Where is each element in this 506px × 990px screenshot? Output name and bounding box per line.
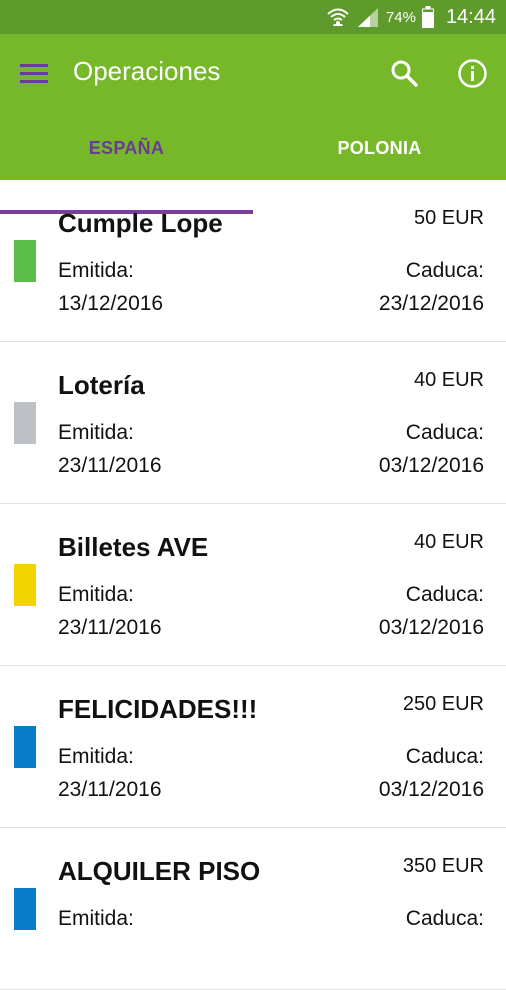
battery-icon — [421, 6, 434, 28]
list-item[interactable]: Lotería 40 EUR Emitida: 23/11/2016 Caduc… — [0, 342, 506, 504]
item-title: FELICIDADES!!! — [58, 694, 258, 724]
expires-label: Caduca: — [405, 259, 484, 282]
menu-icon — [20, 64, 48, 83]
app-bar: Operaciones ESPAÑA POLONIA — [0, 34, 506, 214]
expires-date: 03/12/2016 — [378, 616, 484, 639]
issued-label: Emitida: — [58, 583, 134, 606]
expires-date: 03/12/2016 — [378, 778, 484, 801]
expires-date: 23/12/2016 — [378, 292, 484, 315]
list-item[interactable]: Billetes AVE 40 EUR Emitida: 23/11/2016 … — [0, 504, 506, 666]
color-indicator — [14, 564, 36, 606]
issued-date: 13/12/2016 — [58, 292, 164, 315]
tab-espana[interactable]: ESPAÑA — [0, 126, 253, 180]
color-indicator — [14, 726, 36, 768]
info-button[interactable] — [457, 58, 488, 89]
item-amount: 40 EUR — [413, 531, 484, 553]
issued-date: 23/11/2016 — [58, 616, 162, 639]
item-amount: 350 EUR — [402, 855, 484, 877]
tab-polonia-label: POLONIA — [337, 138, 422, 158]
item-amount: 40 EUR — [413, 369, 484, 391]
item-amount: 250 EUR — [402, 693, 484, 715]
page-title: Operaciones — [73, 56, 221, 86]
item-title: Billetes AVE — [58, 532, 209, 562]
signal-icon — [356, 6, 380, 28]
menu-button[interactable] — [20, 61, 48, 87]
item-amount: 50 EUR — [413, 207, 484, 229]
info-icon — [458, 59, 487, 88]
clock: 14:44 — [445, 5, 496, 28]
color-indicator — [14, 240, 36, 282]
color-indicator — [14, 402, 36, 444]
issued-date: 23/11/2016 — [58, 778, 162, 801]
expires-label: Caduca: — [405, 583, 484, 606]
expires-date: 03/12/2016 — [378, 454, 484, 477]
issued-label: Emitida: — [58, 907, 134, 930]
search-button[interactable] — [389, 58, 419, 88]
expires-label: Caduca: — [405, 907, 484, 930]
operations-list: Cumple Lope 50 EUR Emitida: 13/12/2016 C… — [0, 180, 506, 990]
list-item[interactable]: Cumple Lope 50 EUR Emitida: 13/12/2016 C… — [0, 180, 506, 342]
list-item[interactable]: ALQUILER PISO 350 EUR Emitida: Caduca: — [0, 828, 506, 990]
color-indicator — [14, 888, 36, 930]
battery-percentage: 74% — [385, 8, 416, 26]
tab-polonia[interactable]: POLONIA — [253, 126, 506, 180]
wifi-icon — [326, 6, 350, 28]
expires-label: Caduca: — [405, 745, 484, 768]
list-item[interactable]: FELICIDADES!!! 250 EUR Emitida: 23/11/20… — [0, 666, 506, 828]
expires-label: Caduca: — [405, 421, 484, 444]
issued-date: 23/11/2016 — [58, 454, 162, 477]
item-title: ALQUILER PISO — [58, 856, 261, 886]
status-bar: 74% 14:44 — [0, 0, 506, 34]
item-title: Lotería — [58, 370, 145, 400]
search-icon — [391, 60, 418, 87]
issued-label: Emitida: — [58, 745, 134, 768]
issued-label: Emitida: — [58, 421, 134, 444]
tab-espana-label: ESPAÑA — [88, 138, 165, 158]
issued-label: Emitida: — [58, 259, 134, 282]
item-title: Cumple Lope — [58, 208, 223, 238]
